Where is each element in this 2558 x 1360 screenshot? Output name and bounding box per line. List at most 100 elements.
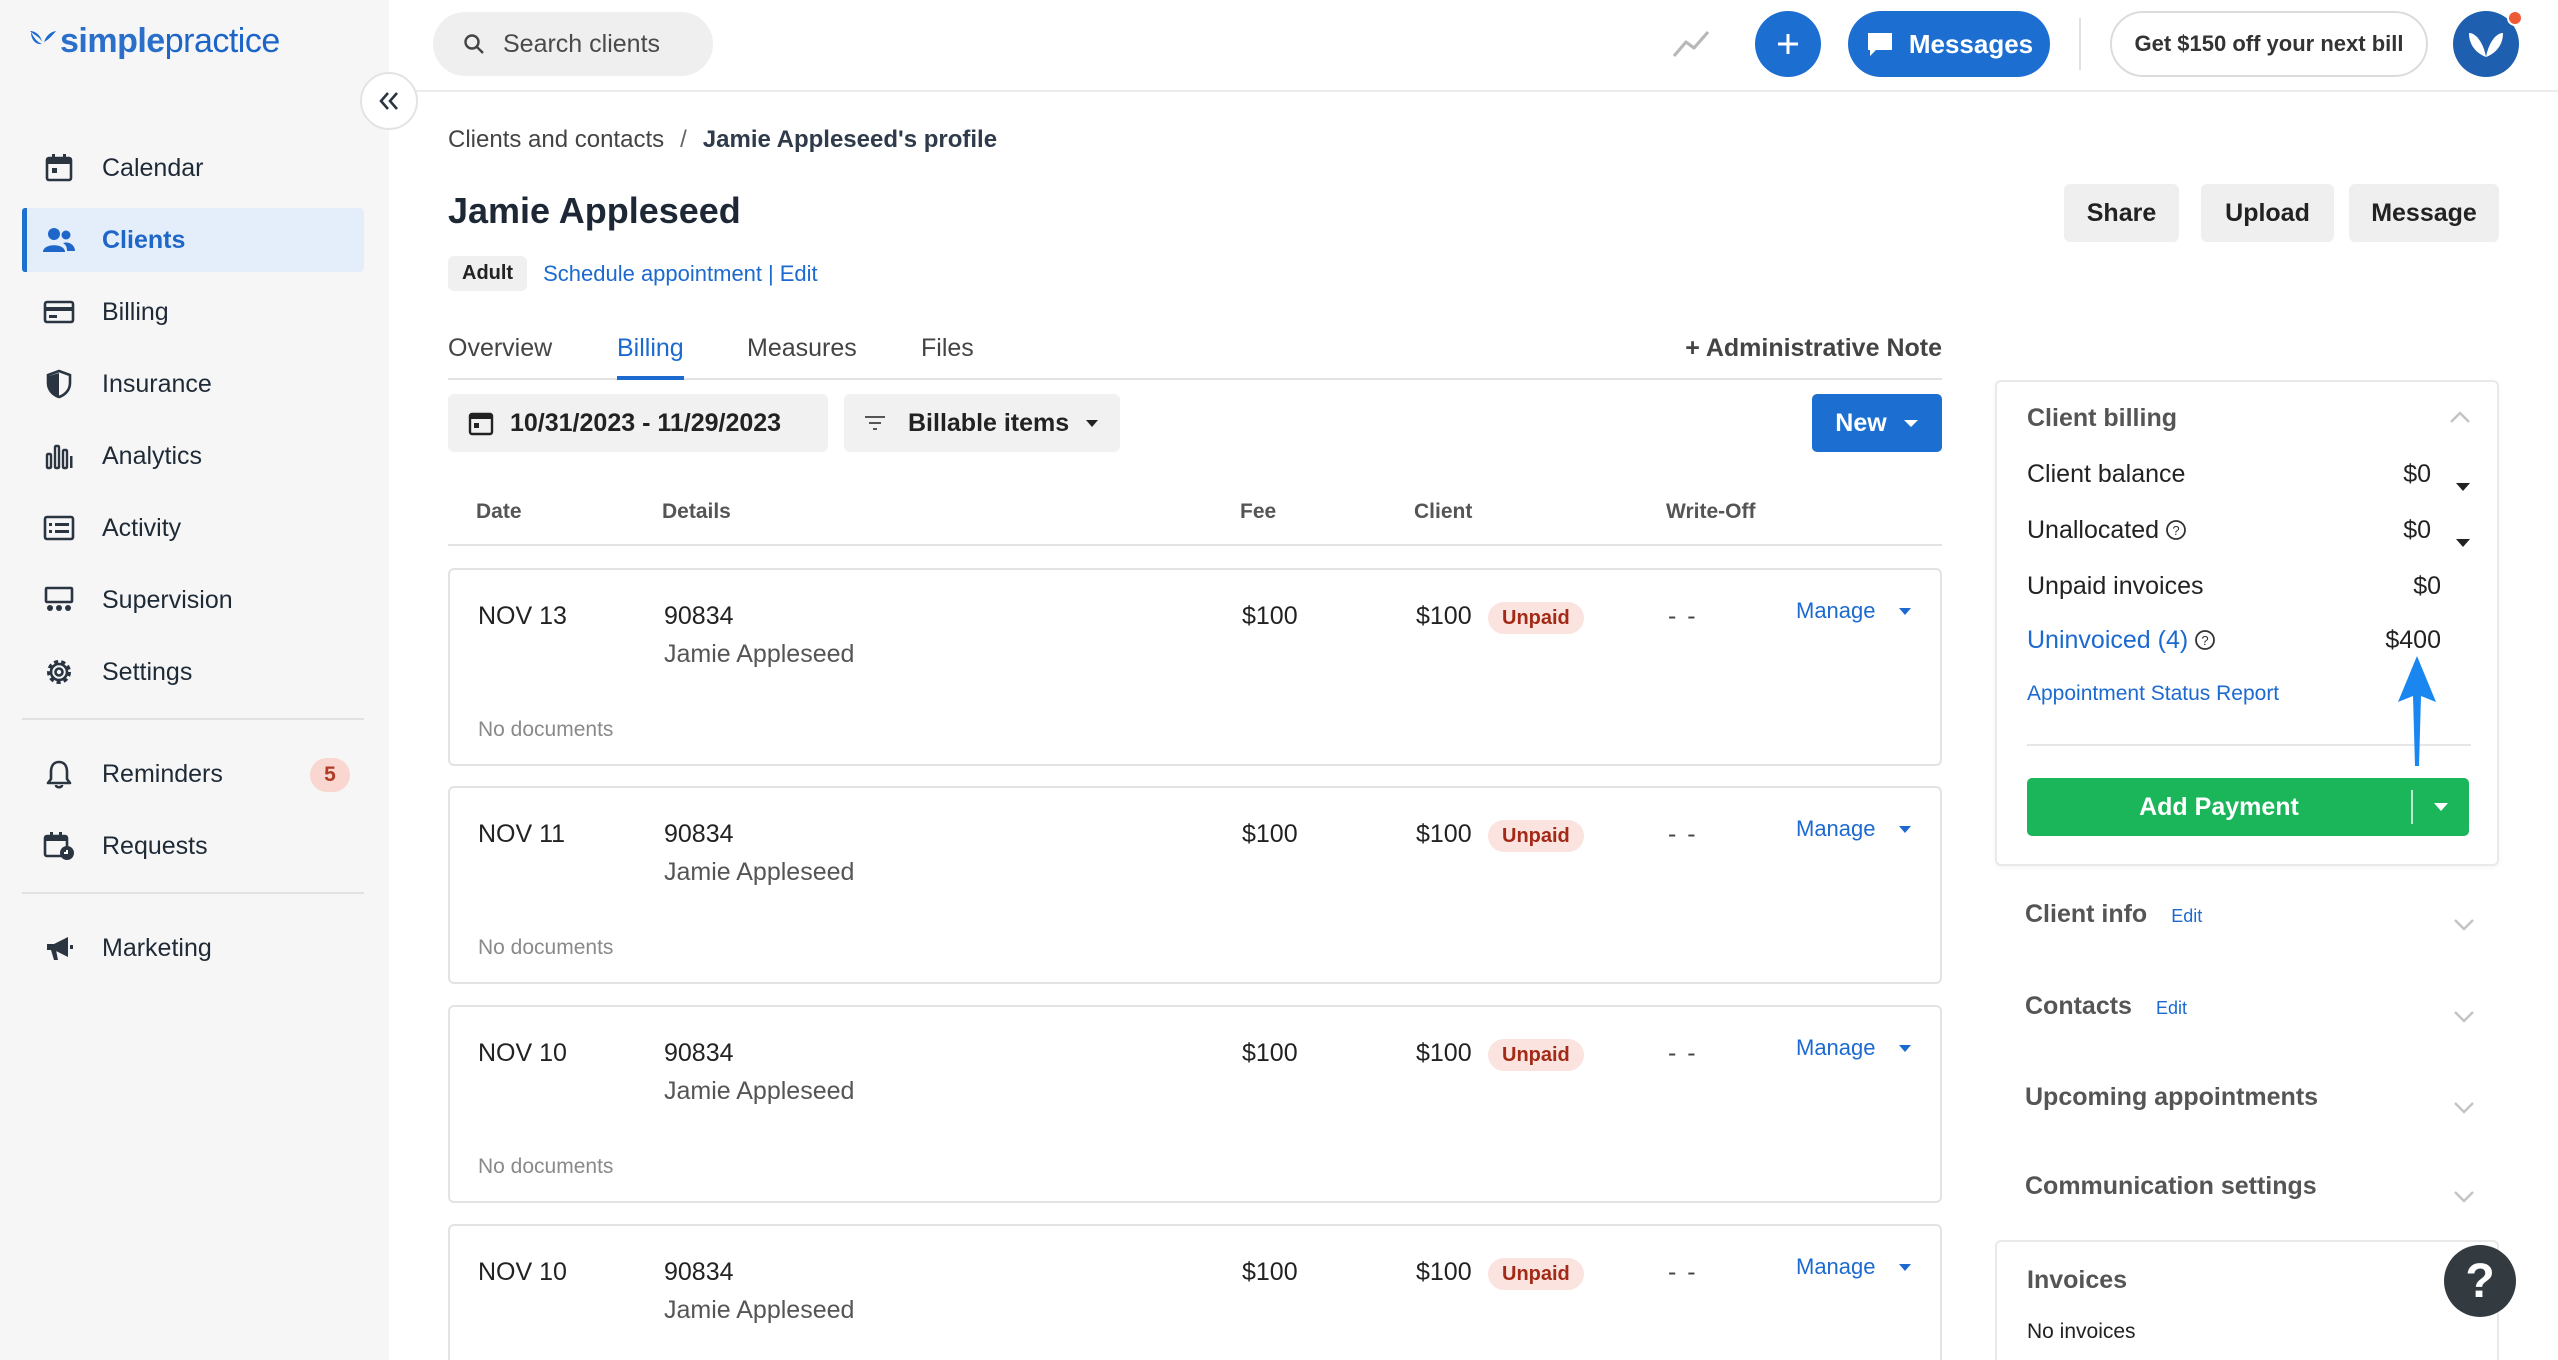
unallocated-label: Unallocated bbox=[2027, 516, 2160, 544]
manage-dropdown[interactable]: Manage bbox=[1796, 1254, 1912, 1280]
date-range-filter[interactable]: 10/31/2023 - 11/29/2023 bbox=[448, 394, 828, 452]
add-payment-button[interactable]: Add Payment bbox=[2027, 778, 2469, 836]
contacts-section[interactable]: Contacts Edit bbox=[2025, 992, 2475, 1023]
logo-text-light: practice bbox=[164, 22, 281, 60]
breadcrumb: Clients and contacts / Jamie Appleseed's p… bbox=[448, 126, 997, 154]
row-client-amount: $100 bbox=[1416, 1039, 1472, 1067]
list-icon bbox=[42, 511, 76, 545]
sidebar-item-analytics[interactable]: Analytics bbox=[22, 424, 364, 488]
promo-label: Get $150 off your next bill bbox=[2134, 31, 2404, 56]
sidebar-item-reminders[interactable]: Reminders 5 bbox=[22, 742, 364, 806]
manage-dropdown[interactable]: Manage bbox=[1796, 1035, 1912, 1061]
row-documents: No documents bbox=[478, 936, 614, 959]
sidebar-item-clients[interactable]: Clients bbox=[22, 208, 364, 272]
add-administrative-note-button[interactable]: + Administrative Note bbox=[1685, 334, 1942, 363]
new-button[interactable]: New bbox=[1812, 394, 1942, 452]
sidebar-item-billing[interactable]: Billing bbox=[22, 280, 364, 344]
tab-billing[interactable]: Billing bbox=[617, 334, 684, 380]
sidebar-item-label: Supervision bbox=[102, 585, 233, 614]
row-client-name: Jamie Appleseed bbox=[664, 858, 855, 886]
table-row[interactable]: NOV 10 90834 Jamie Appleseed $100 $100 U… bbox=[448, 1005, 1942, 1203]
client-type-tag: Adult bbox=[448, 256, 528, 291]
caret-down-icon[interactable] bbox=[2455, 470, 2471, 499]
table-row[interactable]: NOV 10 90834 Jamie Appleseed $100 $100 U… bbox=[448, 1224, 1942, 1360]
caret-down-icon[interactable] bbox=[2455, 526, 2471, 555]
sidebar-item-label: Calendar bbox=[102, 153, 204, 182]
unpaid-invoices-row: Unpaid invoices $0 bbox=[2027, 572, 2471, 601]
manage-dropdown[interactable]: Manage bbox=[1796, 816, 1912, 842]
schedule-appointment-link[interactable]: Schedule appointment bbox=[543, 261, 762, 287]
col-details: Details bbox=[662, 500, 731, 523]
messages-button[interactable]: Messages bbox=[1848, 11, 2050, 77]
shield-icon bbox=[42, 367, 76, 401]
edit-client-info-link[interactable]: Edit bbox=[2171, 906, 2202, 926]
status-badge: Unpaid bbox=[1488, 820, 1584, 852]
collapse-sidebar-button[interactable] bbox=[360, 72, 418, 130]
manage-label: Manage bbox=[1796, 598, 1876, 623]
breadcrumb-parent-link[interactable]: Clients and contacts bbox=[448, 126, 664, 153]
add-payment-label: Add Payment bbox=[2139, 792, 2299, 821]
share-button[interactable]: Share bbox=[2064, 184, 2179, 242]
sidebar-item-insurance[interactable]: Insurance bbox=[22, 352, 364, 416]
supervision-icon bbox=[42, 583, 76, 617]
table-row[interactable]: NOV 13 90834 Jamie Appleseed $100 $100 U… bbox=[448, 568, 1942, 766]
client-balance-value: $0 bbox=[2403, 460, 2431, 488]
help-circle-icon[interactable]: ? bbox=[2165, 519, 2187, 541]
butterfly-icon bbox=[2469, 33, 2503, 57]
row-client-amount: $100 bbox=[1416, 820, 1472, 848]
manage-dropdown[interactable]: Manage bbox=[1796, 598, 1912, 624]
message-button[interactable]: Message bbox=[2349, 184, 2499, 242]
trend-icon[interactable] bbox=[1671, 26, 1711, 67]
reminders-count-badge: 5 bbox=[310, 758, 350, 792]
help-circle-icon[interactable]: ? bbox=[2194, 629, 2216, 651]
row-date: NOV 10 bbox=[478, 1039, 567, 1067]
breadcrumb-current: Jamie Appleseed's profile bbox=[702, 126, 998, 153]
client-info-section[interactable]: Client info Edit bbox=[2025, 900, 2475, 931]
butterfly-icon bbox=[30, 31, 56, 45]
tab-files[interactable]: Files bbox=[921, 334, 974, 380]
edit-contacts-link[interactable]: Edit bbox=[2156, 998, 2187, 1018]
link-separator: | bbox=[768, 260, 774, 286]
tab-overview[interactable]: Overview bbox=[448, 334, 552, 380]
uninvoiced-link[interactable]: Uninvoiced (4) bbox=[2027, 626, 2188, 654]
chevron-up-icon[interactable] bbox=[2449, 410, 2471, 429]
help-button[interactable]: ? bbox=[2444, 1245, 2516, 1317]
col-date[interactable]: Date bbox=[476, 500, 522, 524]
megaphone-icon bbox=[42, 931, 76, 965]
chevron-down-icon[interactable] bbox=[2453, 910, 2475, 939]
breadcrumb-separator: / bbox=[680, 126, 687, 153]
row-client-amount: $100 bbox=[1416, 602, 1472, 630]
sidebar-item-marketing[interactable]: Marketing bbox=[22, 916, 364, 980]
search-box[interactable] bbox=[433, 12, 713, 76]
row-service-code: 90834 bbox=[664, 820, 734, 848]
promo-button[interactable]: Get $150 off your next bill bbox=[2110, 11, 2428, 77]
simplepractice-logo[interactable]: simplepractice bbox=[28, 22, 280, 61]
sidebar-item-requests[interactable]: Requests bbox=[22, 814, 364, 878]
communication-settings-section[interactable]: Communication settings bbox=[2025, 1172, 2475, 1203]
edit-client-link[interactable]: Edit bbox=[780, 261, 818, 287]
search-input[interactable] bbox=[503, 29, 703, 59]
sidebar-item-supervision[interactable]: Supervision bbox=[22, 568, 364, 632]
invoices-title: Invoices bbox=[2027, 1266, 2128, 1294]
appointment-status-report-link[interactable]: Appointment Status Report bbox=[2027, 682, 2279, 706]
upload-button[interactable]: Upload bbox=[2201, 184, 2334, 242]
quick-add-button[interactable] bbox=[1755, 11, 1821, 77]
chevron-down-icon[interactable] bbox=[2453, 1182, 2475, 1211]
table-row[interactable]: NOV 11 90834 Jamie Appleseed $100 $100 U… bbox=[448, 786, 1942, 984]
tab-measures[interactable]: Measures bbox=[747, 334, 857, 380]
chevron-down-icon[interactable] bbox=[2453, 1093, 2475, 1122]
upcoming-appointments-section[interactable]: Upcoming appointments bbox=[2025, 1083, 2475, 1114]
billable-items-filter[interactable]: Billable items bbox=[844, 394, 1120, 452]
sidebar-item-settings[interactable]: Settings bbox=[22, 640, 364, 704]
caret-down-icon bbox=[1898, 1044, 1911, 1052]
messages-label: Messages bbox=[1908, 28, 2034, 59]
billing-table-header: Date Details Fee Client Write-Off bbox=[448, 492, 1942, 546]
sidebar-item-calendar[interactable]: Calendar bbox=[22, 136, 364, 200]
add-payment-dropdown[interactable] bbox=[2413, 778, 2469, 836]
chevron-down-icon[interactable] bbox=[2453, 1002, 2475, 1031]
sidebar-item-label: Clients bbox=[102, 225, 186, 254]
client-billing-card: Client billing Client balance $0 Unalloc… bbox=[1995, 380, 2499, 866]
sidebar-item-activity[interactable]: Activity bbox=[22, 496, 364, 560]
gear-icon bbox=[42, 655, 76, 689]
unallocated-row: Unallocated? $0 bbox=[2027, 516, 2471, 547]
